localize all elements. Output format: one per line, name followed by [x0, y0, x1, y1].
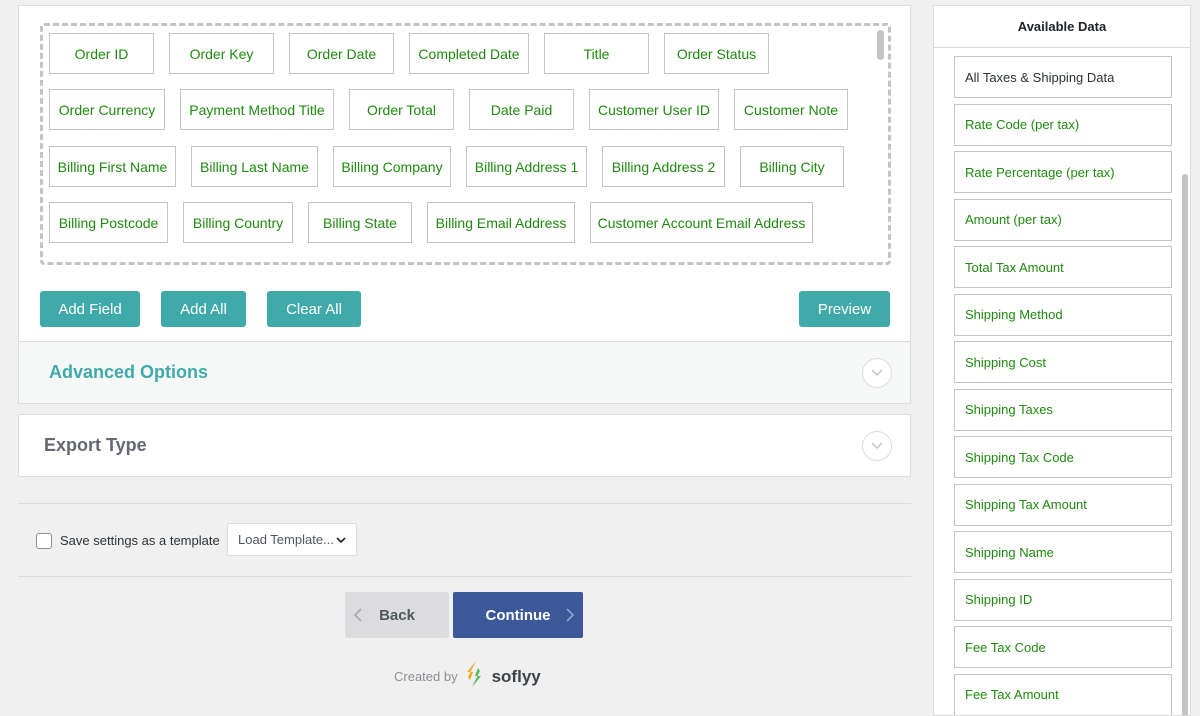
field-chip[interactable]: Order ID — [49, 33, 154, 74]
field-chip[interactable]: Billing First Name — [49, 146, 176, 187]
field-chip[interactable]: Billing Email Address — [427, 202, 575, 243]
sidebar-scrollbar[interactable] — [1182, 174, 1188, 715]
continue-label: Continue — [485, 606, 551, 624]
list-item[interactable]: Shipping Tax Code — [954, 436, 1172, 478]
field-chip[interactable]: Billing Address 2 — [602, 146, 725, 187]
save-template-checkbox[interactable] — [36, 533, 52, 549]
brand-name: soflyy — [491, 666, 541, 686]
advanced-options-section[interactable]: Advanced Options — [18, 341, 911, 404]
field-chip[interactable]: Billing State — [308, 202, 412, 243]
list-item[interactable]: All Taxes & Shipping Data — [954, 56, 1172, 98]
sidebar-title: Available Data — [934, 6, 1190, 48]
field-row-3: Billing First Name Billing Last Name Bil… — [49, 146, 844, 187]
field-row-2: Order Currency Payment Method Title Orde… — [49, 89, 848, 130]
export-type-title: Export Type — [44, 435, 147, 455]
soflyy-logo-icon — [464, 660, 484, 693]
credit: Created by soflyy — [394, 660, 541, 693]
field-chip[interactable]: Billing Company — [333, 146, 451, 187]
field-chip[interactable]: Order Currency — [49, 89, 165, 130]
continue-button[interactable]: Continue — [453, 592, 583, 638]
field-chip[interactable]: Billing Last Name — [191, 146, 318, 187]
list-item[interactable]: Fee Tax Code — [954, 626, 1172, 668]
chevron-down-icon — [335, 534, 347, 549]
add-field-button[interactable]: Add Field — [40, 291, 140, 327]
load-template-select[interactable]: Load Template... — [227, 523, 357, 556]
available-data-list: All Taxes & Shipping Data Rate Code (per… — [954, 56, 1172, 715]
preview-button[interactable]: Preview — [799, 291, 890, 327]
list-item[interactable]: Total Tax Amount — [954, 246, 1172, 288]
add-all-button[interactable]: Add All — [161, 291, 246, 327]
chevron-right-icon — [565, 607, 575, 627]
save-template-label: Save settings as a template — [60, 533, 220, 548]
list-item[interactable]: Shipping ID — [954, 578, 1172, 621]
list-item[interactable]: Shipping Cost — [954, 341, 1172, 383]
available-data-sidebar: Available Data All Taxes & Shipping Data… — [933, 5, 1191, 716]
field-chip[interactable]: Order Status — [664, 33, 769, 74]
field-chip[interactable]: Billing Postcode — [49, 202, 168, 243]
list-item[interactable]: Rate Percentage (per tax) — [954, 151, 1172, 193]
drop-zone-scrollbar[interactable] — [877, 30, 884, 60]
field-chip[interactable]: Customer Account Email Address — [590, 202, 813, 243]
list-item[interactable]: Rate Code (per tax) — [954, 103, 1172, 146]
list-item[interactable]: Shipping Name — [954, 531, 1172, 573]
back-label: Back — [379, 606, 415, 624]
field-chip[interactable]: Title — [544, 33, 649, 74]
list-item[interactable]: Shipping Tax Amount — [954, 483, 1172, 526]
field-chip[interactable]: Order Key — [169, 33, 274, 74]
fields-drop-zone[interactable]: Order ID Order Key Order Date Completed … — [40, 23, 891, 265]
field-chip[interactable]: Billing Country — [183, 202, 293, 243]
chevron-left-icon — [353, 607, 363, 627]
field-chip[interactable]: Billing City — [740, 146, 844, 187]
list-item[interactable]: Shipping Taxes — [954, 388, 1172, 431]
field-row-4: Billing Postcode Billing Country Billing… — [49, 202, 813, 243]
divider — [18, 503, 911, 504]
back-button[interactable]: Back — [345, 592, 449, 638]
advanced-options-title: Advanced Options — [49, 362, 209, 382]
export-type-section[interactable]: Export Type — [18, 414, 911, 477]
clear-all-button[interactable]: Clear All — [267, 291, 361, 327]
credit-text: Created by — [394, 669, 458, 684]
field-chip[interactable]: Order Total — [349, 89, 454, 130]
field-chip[interactable]: Order Date — [289, 33, 394, 74]
chevron-down-icon[interactable] — [862, 357, 892, 388]
field-chip[interactable]: Completed Date — [409, 33, 529, 74]
field-chip[interactable]: Date Paid — [469, 89, 574, 130]
field-chip[interactable]: Customer Note — [734, 89, 848, 130]
field-chip[interactable]: Customer User ID — [589, 89, 719, 130]
list-item[interactable]: Amount (per tax) — [954, 198, 1172, 241]
fields-panel: Order ID Order Key Order Date Completed … — [18, 5, 911, 341]
divider — [18, 576, 911, 577]
field-row-1: Order ID Order Key Order Date Completed … — [49, 33, 769, 74]
chevron-down-icon[interactable] — [862, 430, 892, 461]
load-template-value: Load Template... — [238, 532, 334, 547]
list-item[interactable]: Fee Tax Amount — [954, 673, 1172, 715]
list-item[interactable]: Shipping Method — [954, 293, 1172, 336]
field-chip[interactable]: Payment Method Title — [180, 89, 334, 130]
field-chip[interactable]: Billing Address 1 — [466, 146, 587, 187]
